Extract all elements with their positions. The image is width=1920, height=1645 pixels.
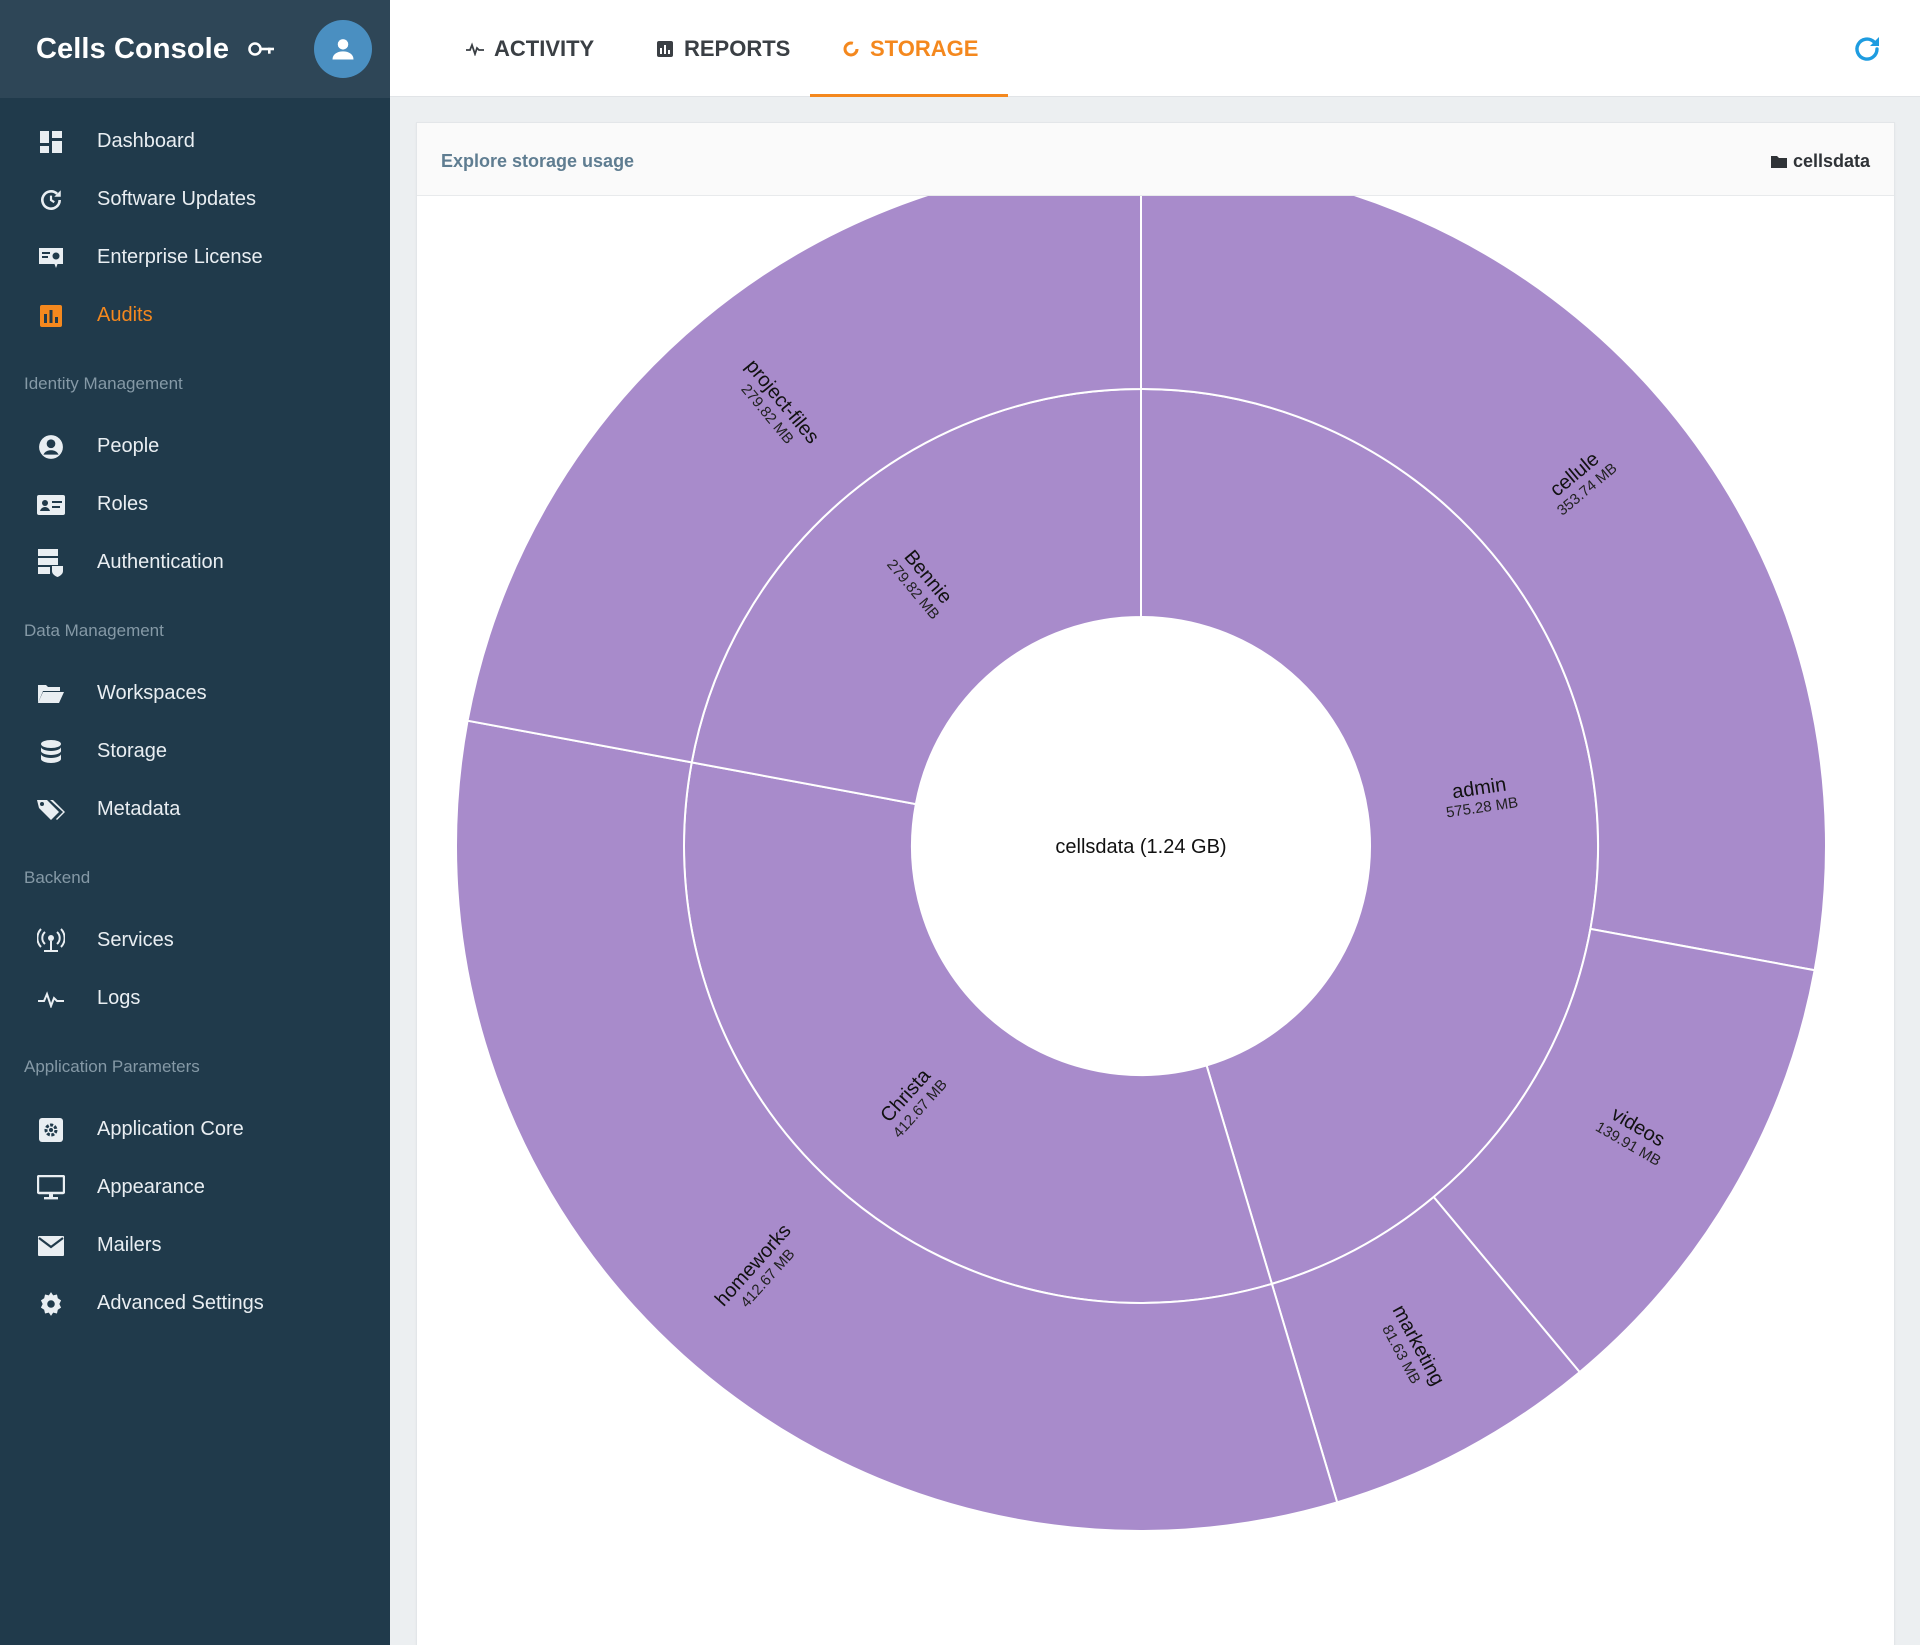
pie-icon <box>840 38 862 60</box>
folder-icon <box>1770 156 1787 168</box>
tab-label: REPORTS <box>684 35 791 61</box>
dashboard-icon <box>37 128 65 156</box>
card-header: Explore storage usage cellsdata <box>417 123 1894 196</box>
sidebar-item-label: Logs <box>97 986 141 1009</box>
sidebar-item-roles[interactable]: Roles <box>0 475 390 533</box>
sidebar-menu: Dashboard Software Updates Enterprise Lice… <box>0 98 390 1332</box>
sidebar-item-people[interactable]: People <box>0 417 390 475</box>
sidebar-item-label: Mailers <box>97 1233 162 1256</box>
app-title: Cells Console <box>36 32 230 65</box>
storage-card: Explore storage usage cellsdata admin 575… <box>416 122 1895 1645</box>
sidebar-item-label: Enterprise License <box>97 245 263 268</box>
sidebar-item-logs[interactable]: Logs <box>0 969 390 1027</box>
antenna-icon <box>37 927 65 955</box>
envelope-icon <box>37 1232 65 1260</box>
current-path[interactable]: cellsdata <box>1770 151 1870 172</box>
sidebar-item-label: Authentication <box>97 550 224 573</box>
tags-icon <box>37 796 65 824</box>
gear-box-icon <box>37 1116 65 1144</box>
sidebar-item-software-updates[interactable]: Software Updates <box>0 170 390 228</box>
key-icon[interactable] <box>248 36 276 62</box>
sidebar-item-authentication[interactable]: Authentication <box>0 533 390 591</box>
update-icon <box>37 186 65 214</box>
sidebar-item-label: People <box>97 434 160 457</box>
sidebar-item-label: Software Updates <box>97 187 256 210</box>
sidebar-item-label: Metadata <box>97 797 181 820</box>
current-path-label: cellsdata <box>1792 151 1870 171</box>
user-circle-icon <box>37 433 65 461</box>
sidebar-item-label: Workspaces <box>97 681 207 704</box>
folder-open-icon <box>37 680 65 708</box>
sidebar-section-title: Data Management <box>24 621 164 640</box>
sidebar-item-audits[interactable]: Audits <box>0 286 390 344</box>
chart-center-label: cellsdata (1.24 GB) <box>1055 836 1226 858</box>
sidebar-item-metadata[interactable]: Metadata <box>0 780 390 838</box>
sidebar-item-label: Roles <box>97 492 149 515</box>
sidebar-item-label: Appearance <box>97 1175 205 1198</box>
sidebar-header: Cells Console <box>0 0 390 98</box>
sidebar-section-title: Backend <box>24 868 91 887</box>
sidebar-section-title: Identity Management <box>24 374 183 393</box>
sidebar-section-title: Application Parameters <box>24 1057 200 1076</box>
sidebar-item-label: Audits <box>97 303 153 326</box>
top-tab-bar: ACTIVITY REPORTS STORAGE <box>390 0 1920 97</box>
server-security-icon <box>37 549 65 577</box>
chart-bar-icon <box>37 302 65 330</box>
sidebar-item-label: Services <box>97 928 174 951</box>
pulse-icon <box>37 985 65 1013</box>
user-avatar[interactable] <box>314 20 372 78</box>
sidebar: Cells Console Dashboard Software Updates E… <box>0 0 390 1645</box>
refresh-icon[interactable] <box>1850 32 1884 66</box>
sidebar-item-mailers[interactable]: Mailers <box>0 1216 390 1274</box>
sidebar-item-storage[interactable]: Storage <box>0 722 390 780</box>
tab-activity[interactable]: ACTIVITY <box>464 0 594 97</box>
gear-icon <box>37 1290 65 1318</box>
sidebar-item-label: Dashboard <box>97 129 195 152</box>
certificate-icon <box>37 244 65 272</box>
database-icon <box>37 738 65 766</box>
monitor-icon <box>37 1174 65 1202</box>
user-icon <box>332 39 354 60</box>
pulse-icon <box>464 38 486 60</box>
sidebar-item-label: Storage <box>97 739 168 762</box>
sidebar-item-label: Application Core <box>97 1117 244 1140</box>
tab-label: ACTIVITY <box>494 35 595 61</box>
sidebar-item-application-core[interactable]: Application Core <box>0 1100 390 1158</box>
sidebar-item-workspaces[interactable]: Workspaces <box>0 664 390 722</box>
storage-sunburst-chart: admin575.28 MBcellule353.74 MBvideos139.… <box>455 196 1827 1532</box>
sidebar-item-advanced-settings[interactable]: Advanced Settings <box>0 1274 390 1332</box>
tab-storage[interactable]: STORAGE <box>810 0 1009 97</box>
sidebar-item-enterprise-license[interactable]: Enterprise License <box>0 228 390 286</box>
sidebar-item-dashboard[interactable]: Dashboard <box>0 112 390 170</box>
sidebar-item-label: Advanced Settings <box>97 1291 264 1314</box>
report-icon <box>654 38 676 60</box>
card-title: Explore storage usage <box>441 151 635 171</box>
sidebar-item-services[interactable]: Services <box>0 911 390 969</box>
tab-reports[interactable]: REPORTS <box>654 0 790 97</box>
sidebar-item-appearance[interactable]: Appearance <box>0 1158 390 1216</box>
tab-label: STORAGE <box>870 35 979 61</box>
id-card-icon <box>37 491 65 519</box>
